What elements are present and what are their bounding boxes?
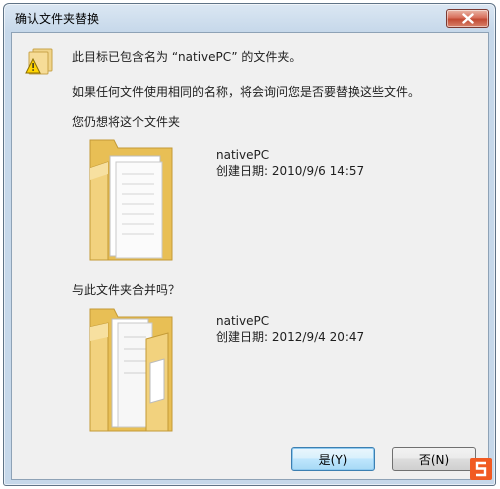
source-folder-name: nativePC — [216, 148, 270, 162]
source-folder-icon — [89, 139, 173, 261]
message-target-contains: 此目标已包含名为 “nativePC” 的文件夹。 — [72, 50, 302, 64]
close-icon — [461, 13, 474, 24]
window-title: 确认文件夹替换 — [15, 12, 100, 26]
site-logo-icon — [470, 458, 492, 480]
yes-button[interactable]: 是(Y) — [291, 447, 375, 471]
no-button[interactable]: 否(N) — [392, 447, 476, 471]
dialog-content: 此目标已包含名为 “nativePC” 的文件夹。 如果任何文件使用相同的名称，… — [11, 32, 489, 480]
title-bar[interactable]: 确认文件夹替换 — [4, 4, 495, 31]
destination-folder-icon — [89, 308, 173, 432]
source-folder-info: nativePC 创建日期: 2010/9/6 14:57 — [216, 147, 364, 179]
message-replace-notice: 如果任何文件使用相同的名称，将会询问您是否要替换这些文件。 — [72, 85, 421, 99]
destination-folder-info: nativePC 创建日期: 2012/9/4 20:47 — [216, 313, 364, 345]
close-button[interactable] — [446, 9, 489, 28]
message-merge-question-part1: 您仍想将这个文件夹 — [72, 115, 181, 129]
source-folder-created: 创建日期: 2010/9/6 14:57 — [216, 164, 365, 178]
site-logo-glyph — [475, 461, 487, 477]
confirm-folder-replace-dialog: 确认文件夹替换 此目标已包含名为 “nativePC” 的文件夹。 如果任何文件… — [3, 3, 496, 486]
message-merge-question-part2: 与此文件夹合并吗？ — [72, 283, 181, 297]
destination-folder-name: nativePC — [216, 314, 270, 328]
folder-warning-icon — [25, 48, 53, 75]
destination-folder-created: 创建日期: 2012/9/4 20:47 — [216, 330, 365, 344]
